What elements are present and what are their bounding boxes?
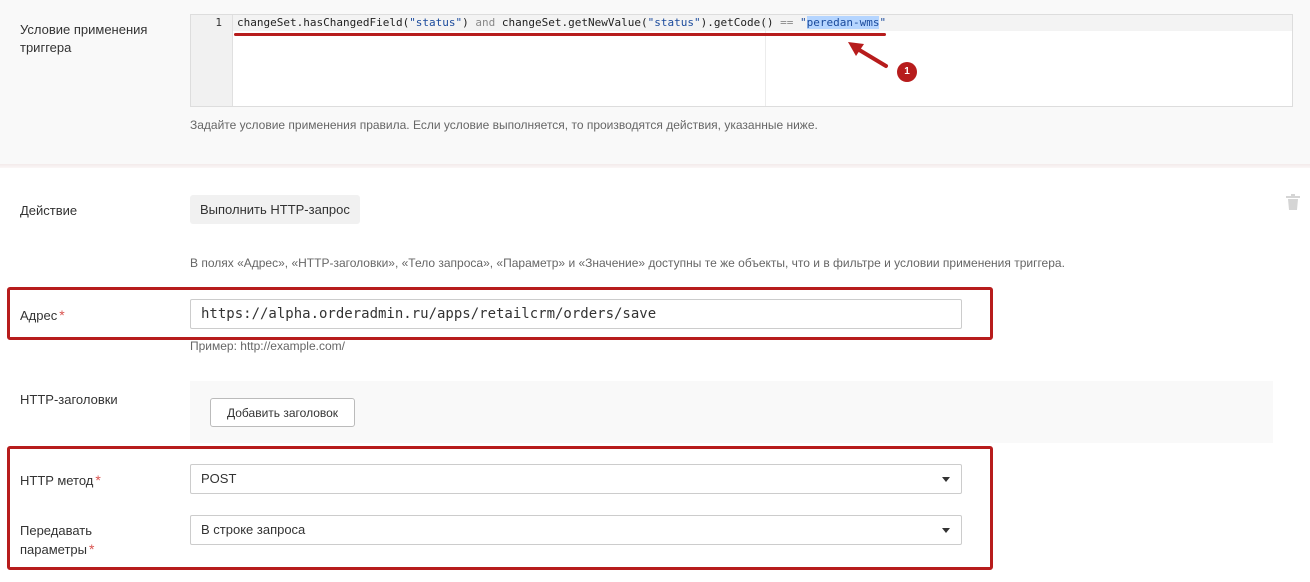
arrow-icon xyxy=(848,42,888,68)
section-divider xyxy=(0,164,1310,168)
required-mark: * xyxy=(95,472,101,488)
add-header-button[interactable]: Добавить заголовок xyxy=(210,398,356,427)
trigger-condition-label: Условие применения триггера xyxy=(20,22,148,55)
action-label: Действие xyxy=(20,203,78,218)
trash-icon[interactable] xyxy=(1286,194,1300,210)
pass-params-value: В строке запроса xyxy=(201,522,306,537)
required-mark: * xyxy=(59,307,65,323)
http-headers-label: HTTP-заголовки xyxy=(20,392,118,407)
code-line[interactable]: changeSet.hasChangedField("status") and … xyxy=(237,16,886,30)
condition-hint: Задайте условие применения правила. Если… xyxy=(190,118,818,132)
caret-down-icon xyxy=(942,528,950,533)
condition-code-editor[interactable]: 1 changeSet.hasChangedField("status") an… xyxy=(190,14,1293,107)
address-input[interactable] xyxy=(190,299,962,329)
action-hint: В полях «Адрес», «HTTP-заголовки», «Тело… xyxy=(190,256,1065,270)
annotation-underline xyxy=(234,33,886,36)
required-mark: * xyxy=(89,541,95,557)
annotation-badge: 1 xyxy=(897,62,917,82)
http-method-select[interactable]: POST xyxy=(190,464,962,494)
line-number: 1 xyxy=(215,16,222,29)
http-method-value: POST xyxy=(201,471,237,486)
address-example: Пример: http://example.com/ xyxy=(190,339,345,353)
selected-text: peredan-wms xyxy=(806,16,880,29)
pass-params-select[interactable]: В строке запроса xyxy=(190,515,962,545)
pass-params-label: Передавать параметры * xyxy=(20,523,95,557)
address-label: Адрес * xyxy=(20,307,65,323)
http-method-label: HTTP метод * xyxy=(20,472,101,488)
editor-gutter: 1 xyxy=(191,15,233,106)
caret-down-icon xyxy=(942,477,950,482)
http-request-action-button[interactable]: Выполнить HTTP-запрос xyxy=(190,195,360,224)
